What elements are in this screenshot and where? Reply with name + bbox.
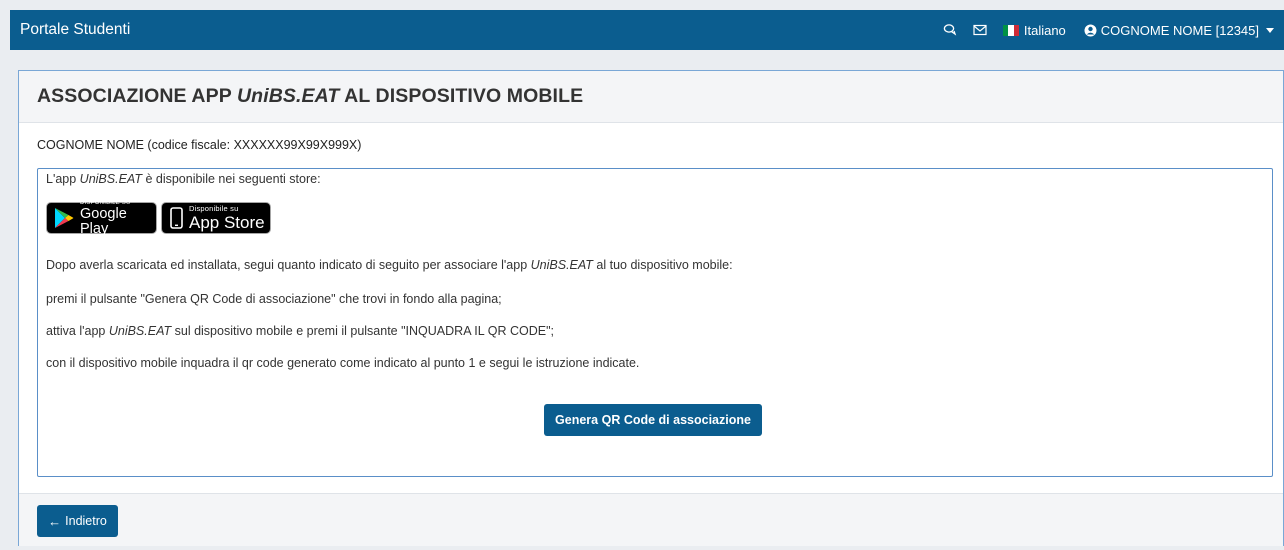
person-info: COGNOME NOME (codice fiscale: XXXXXX99X9… bbox=[37, 138, 362, 152]
panel-header: ASSOCIAZIONE APP UniBS.EAT AL DISPOSITIV… bbox=[19, 71, 1283, 123]
page-title: ASSOCIAZIONE APP UniBS.EAT AL DISPOSITIV… bbox=[37, 85, 584, 107]
brand-title[interactable]: Portale Studenti bbox=[20, 21, 130, 39]
back-button-label: Indietro bbox=[65, 514, 107, 528]
instruction-intro: Dopo averla scaricata ed installata, seg… bbox=[46, 258, 733, 272]
instruction-step-3: con il dispositivo mobile inquadra il qr… bbox=[46, 356, 640, 370]
google-badge-big-text: Google Play bbox=[80, 206, 127, 237]
chat-icon[interactable] bbox=[943, 23, 957, 37]
instruction-step-2: attiva l'app UniBS.EAT sul dispositivo m… bbox=[46, 324, 554, 338]
instruction-step-1: premi il pulsante "Genera QR Code di ass… bbox=[46, 292, 502, 306]
generate-qr-button[interactable]: Genera QR Code di associazione bbox=[544, 404, 762, 436]
iphone-icon bbox=[170, 207, 183, 229]
language-label: Italiano bbox=[1023, 22, 1066, 38]
association-panel: ASSOCIAZIONE APP UniBS.EAT AL DISPOSITIV… bbox=[18, 70, 1284, 546]
store-intro-text: L'app UniBS.EAT è disponibile nei seguen… bbox=[46, 172, 321, 186]
top-navbar: Portale Studenti Italiano COGNOME NOME [… bbox=[10, 10, 1284, 50]
back-button[interactable]: ← Indietro bbox=[37, 505, 118, 537]
caret-down-icon bbox=[1266, 27, 1274, 33]
google-play-badge[interactable]: DISPONIBILE SU Google Play bbox=[46, 200, 157, 237]
user-menu[interactable]: COGNOME NOME [12345] bbox=[1084, 23, 1274, 38]
apple-badge-big-text: App Store bbox=[189, 212, 265, 232]
google-play-icon bbox=[54, 207, 74, 229]
app-store-badge[interactable]: Disponibile su App Store bbox=[161, 202, 271, 234]
navbar-right: Italiano COGNOME NOME [12345] bbox=[943, 23, 1274, 38]
arrow-left-icon: ← bbox=[48, 513, 62, 529]
language-selector[interactable]: Italiano bbox=[1002, 22, 1066, 38]
mail-icon[interactable] bbox=[973, 23, 987, 37]
user-circle-icon bbox=[1084, 24, 1097, 37]
italy-flag-icon bbox=[1002, 24, 1019, 36]
user-name: COGNOME NOME [12345] bbox=[1100, 22, 1259, 38]
panel-footer: ← Indietro bbox=[19, 493, 1283, 546]
apple-badge-small-text: Disponibile su bbox=[189, 204, 239, 214]
left-strip bbox=[0, 0, 10, 550]
instructions-box: L'app UniBS.EAT è disponibile nei seguen… bbox=[37, 168, 1273, 477]
